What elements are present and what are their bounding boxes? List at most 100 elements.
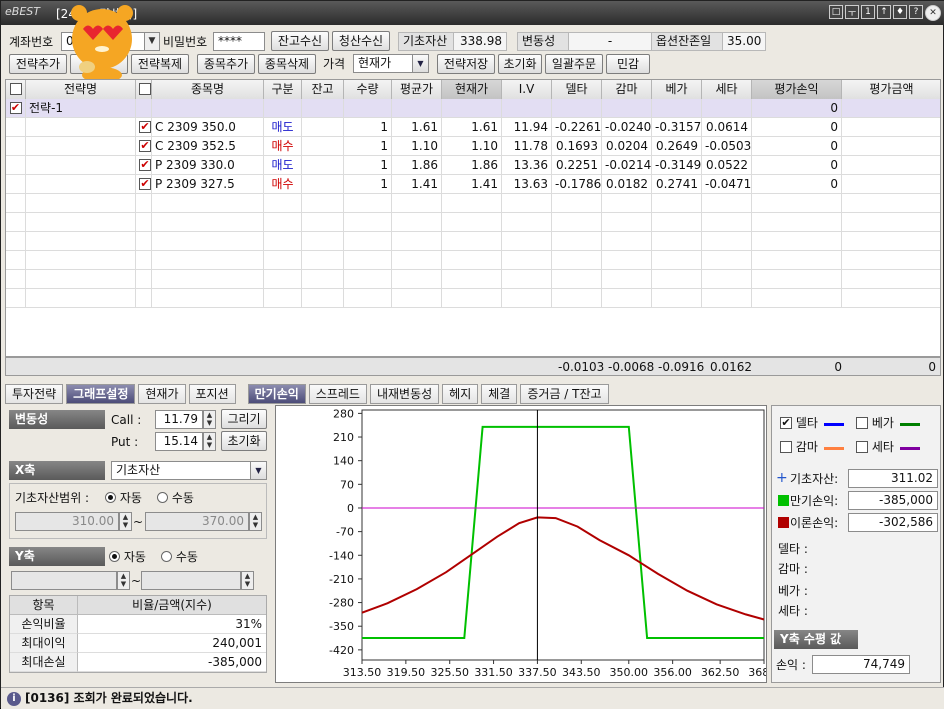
legend-theory-value: -302,586 (848, 513, 938, 532)
y-from-spinner-icon[interactable]: ▲ ▼ (117, 571, 130, 590)
table-row[interactable]: ✔ C 2309 352.5 매수 1 1.10 1.10 11.78 0.1693 0.020… (6, 137, 940, 156)
empty-row[interactable] (6, 232, 940, 251)
empty-row[interactable] (6, 270, 940, 289)
tab-position[interactable]: 포지션 (188, 384, 236, 404)
y-to-spinner-icon[interactable]: ▲ ▼ (241, 571, 254, 590)
legend-delta-checkbox[interactable]: ✔ 델타 (780, 414, 818, 432)
strategy-row[interactable]: ✔ 전략-1 0 (6, 99, 940, 118)
table-row[interactable]: ✔ C 2309 350.0 매도 1 1.61 1.61 11.94 -0.2261 -0.0… (6, 118, 940, 137)
tab-current-price[interactable]: 현재가 (138, 384, 186, 404)
save-strategy-button[interactable]: 전략저장 (437, 54, 495, 74)
call-iv-input[interactable]: 11.79 (155, 410, 203, 429)
item-checkbox[interactable]: ✔ (136, 156, 152, 175)
header-gamma[interactable]: 감마 (602, 80, 652, 99)
range-auto-radio[interactable]: 자동 (105, 489, 142, 507)
x-axis-select[interactable]: 기초자산 ▼ (111, 461, 267, 480)
y-to-input[interactable] (141, 571, 241, 590)
item-side: 매도 (264, 118, 302, 137)
empty-row[interactable] (6, 194, 940, 213)
tab-executions[interactable]: 체결 (481, 384, 518, 404)
expiry-pnl-chart[interactable]: 280 210 140 70 0 -70 -140 -210 -280 -350 -420 313.5… (275, 405, 780, 683)
empty-row[interactable] (6, 251, 940, 270)
clear-receive-button[interactable]: 청산수신 (332, 31, 390, 51)
graph-reset-button[interactable]: 초기화 (221, 431, 267, 451)
chevron-down-icon: ▼ (412, 55, 428, 72)
help-button[interactable]: ? (909, 5, 923, 19)
item-checkbox[interactable]: ✔ (136, 175, 152, 194)
empty-row[interactable] (6, 289, 940, 308)
strategy-center-window: eBEST [240… 략센터] □ ㅜ 1 ↑ ♦ ? ✕ 계좌번호 0 ▼ … (0, 0, 944, 709)
empty-row[interactable] (6, 213, 940, 232)
table-row[interactable]: ✔ P 2309 330.0 매도 1 1.86 1.86 13.36 0.2251 -0.02… (6, 156, 940, 175)
tab-invest-strategy[interactable]: 투자전략 (5, 384, 64, 404)
put-spinner-icon[interactable]: ▲ ▼ (203, 432, 216, 451)
balance-receive-button[interactable]: 잔고수신 (271, 31, 329, 51)
header-item-name[interactable]: 종목명 (152, 80, 264, 99)
range-from-spinner-icon[interactable]: ▲ ▼ (119, 512, 132, 531)
range-from-input[interactable]: 310.00 (15, 512, 119, 531)
price-select[interactable]: 현재가 ▼ (353, 54, 429, 73)
range-manual-radio[interactable]: 수동 (157, 489, 194, 507)
header-checkbox[interactable] (6, 80, 26, 99)
header-side[interactable]: 구분 (264, 80, 302, 99)
header-qty[interactable]: 수량 (344, 80, 392, 99)
copy-strategy-button[interactable]: 전략복제 (131, 54, 189, 74)
tab-spread[interactable]: 스프레드 (308, 384, 367, 404)
legend-vega-checkbox[interactable]: 베가 (856, 414, 894, 432)
account-dropdown-arrow-icon[interactable]: ▼ (144, 32, 160, 51)
call-spinner-icon[interactable]: ▲ ▼ (203, 410, 216, 429)
y-manual-radio[interactable]: 수동 (161, 548, 198, 566)
password-input[interactable]: **** (213, 32, 265, 51)
add-item-button[interactable]: 종목추가 (197, 54, 255, 74)
header-vega[interactable]: 베가 (652, 80, 702, 99)
y-from-input[interactable] (11, 571, 117, 590)
sensitivity-button[interactable]: 민감 (606, 54, 650, 74)
draw-button[interactable]: 그리기 (221, 409, 267, 429)
range-to-input[interactable]: 370.00 (145, 512, 249, 531)
range-to-spinner-icon[interactable]: ▲ ▼ (249, 512, 262, 531)
header-amount[interactable]: 평가금액 (842, 80, 940, 99)
header-current[interactable]: 현재가 (442, 80, 502, 99)
header-balance[interactable]: 잔고 (302, 80, 344, 99)
window-link-button[interactable]: ♦ (893, 5, 907, 19)
tab-graph-settings[interactable]: 그래프설정 (66, 384, 136, 404)
tab-margin[interactable]: 증거금 / T잔고 (520, 384, 609, 404)
x-tick-label: 313.50 (343, 666, 382, 679)
legend-gamma-checkbox[interactable]: 감마 (780, 438, 818, 456)
header-avg[interactable]: 평균가 (392, 80, 442, 99)
chart-svg: 280 210 140 70 0 -70 -140 -210 -280 -350 -420 313.5… (329, 407, 780, 679)
window-number-button[interactable]: 1 (861, 5, 875, 19)
header-item-checkbox[interactable] (136, 80, 152, 99)
header-iv[interactable]: I.V (502, 80, 552, 99)
add-strategy-button[interactable]: 전략추가 (9, 54, 67, 74)
delete-item-button[interactable]: 종목삭제 (258, 54, 316, 74)
tab-implied-volatility[interactable]: 내재변동성 (369, 384, 440, 404)
window-restore-button[interactable]: □ (829, 5, 843, 19)
header-strategy-name[interactable]: 전략명 (26, 80, 136, 99)
item-gamma: -0.0240 (602, 118, 652, 137)
item-checkbox[interactable]: ✔ (136, 137, 152, 156)
item-checkbox[interactable]: ✔ (136, 118, 152, 137)
table-row-value: 240,001 (78, 634, 266, 653)
legend-gamma-label: 감마 (795, 440, 818, 454)
y-auto-radio[interactable]: 자동 (109, 548, 146, 566)
header-theta[interactable]: 세타 (702, 80, 752, 99)
window-up-button[interactable]: ↑ (877, 5, 891, 19)
radio-selected-icon (105, 492, 116, 503)
bulk-order-button[interactable]: 일괄주문 (545, 54, 603, 74)
header-delta[interactable]: 델타 (552, 80, 602, 99)
header-pnl[interactable]: 평가손익 (752, 80, 842, 99)
table-row[interactable]: ✔ P 2309 327.5 매수 1 1.41 1.41 13.63 -0.1786 0.01… (6, 175, 940, 194)
window-pin-button[interactable]: ㅜ (845, 5, 859, 19)
title-bar[interactable]: eBEST [240… 략센터] □ ㅜ 1 ↑ ♦ ? ✕ (1, 1, 944, 25)
tab-hedge[interactable]: 헤지 (442, 384, 479, 404)
pnl-label: 손익 : (776, 658, 806, 672)
reset-button[interactable]: 초기화 (498, 54, 542, 74)
tab-expiry-pnl[interactable]: 만기손익 (247, 384, 306, 404)
legend-theta-checkbox[interactable]: 세타 (856, 438, 894, 456)
put-iv-input[interactable]: 15.14 (155, 432, 203, 451)
item-qty: 1 (344, 137, 392, 156)
close-button[interactable]: ✕ (925, 5, 941, 21)
item-delta: -0.2261 (552, 118, 602, 137)
strategy-checkbox[interactable]: ✔ (6, 99, 26, 118)
